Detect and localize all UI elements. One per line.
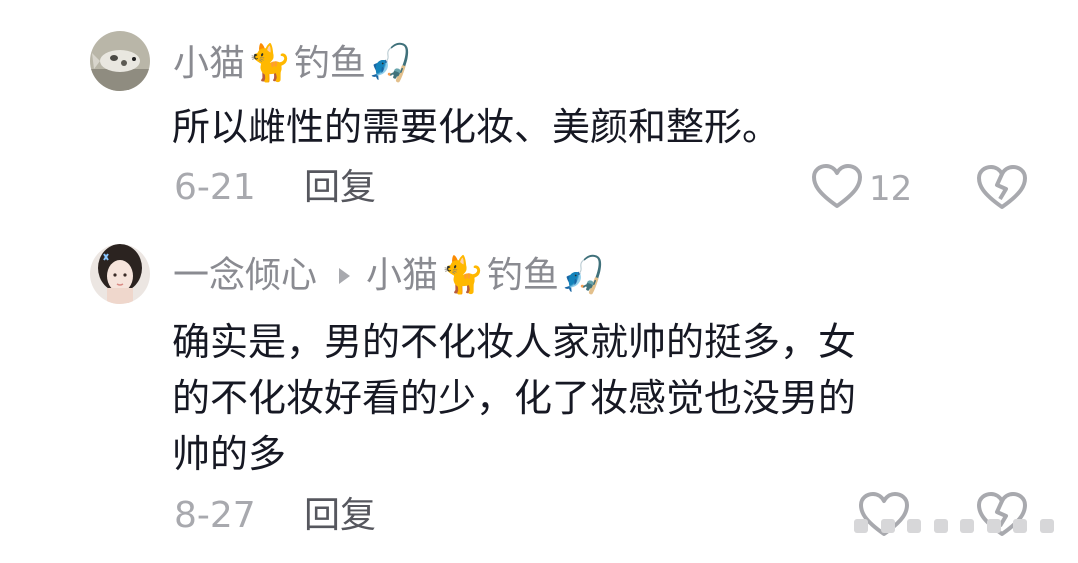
dislike-button[interactable] (976, 165, 1028, 215)
reply-to-username: 小猫 (366, 255, 439, 296)
comment-date: 6-21 (174, 167, 256, 208)
comment-meta: 6-21 回复 (174, 164, 376, 212)
comment-meta: 8-27 回复 (174, 492, 376, 540)
watermark-mark (933, 519, 948, 533)
avatar[interactable] (90, 244, 150, 304)
dislike-broken-heart-icon (976, 165, 1028, 215)
comment-text: 确实是，男的不化妆人家就帅的挺多，女 的不化妆好看的少，化了妆感觉也没男的 帅的… (172, 320, 857, 476)
fishing-emoji-icon: 🎣 (367, 43, 413, 84)
comment-text: 所以雌性的需要化妆、美颜和整形。 (172, 105, 781, 149)
watermark (854, 507, 1054, 545)
watermark-mark (854, 519, 868, 533)
cat-emoji-icon: 🐈 (247, 43, 292, 84)
comment-username[interactable]: 小猫 🐈 钓鱼 🎣 (173, 40, 415, 88)
watermark-mark (1039, 519, 1054, 533)
reply-button[interactable]: 回复 (304, 164, 376, 212)
comment-username[interactable]: 一念倾心 小猫 🐈 钓鱼 🎣 (173, 252, 608, 300)
fishing-emoji-icon: 🎣 (560, 255, 606, 296)
reply-button[interactable]: 回复 (304, 492, 376, 540)
watermark-mark (986, 519, 1001, 533)
like-count: 12 (869, 169, 913, 209)
cat-emoji-icon: 🐈 (440, 255, 485, 296)
avatar[interactable] (90, 31, 150, 91)
watermark-mark (960, 519, 975, 533)
reply-arrow-icon (339, 268, 351, 284)
watermark-mark (907, 519, 922, 533)
watermark-mark (880, 519, 895, 533)
like-button[interactable]: 12 (811, 164, 912, 214)
heart-outline-icon (811, 164, 863, 214)
watermark-mark (1013, 519, 1028, 533)
comment-date: 8-27 (174, 495, 256, 536)
